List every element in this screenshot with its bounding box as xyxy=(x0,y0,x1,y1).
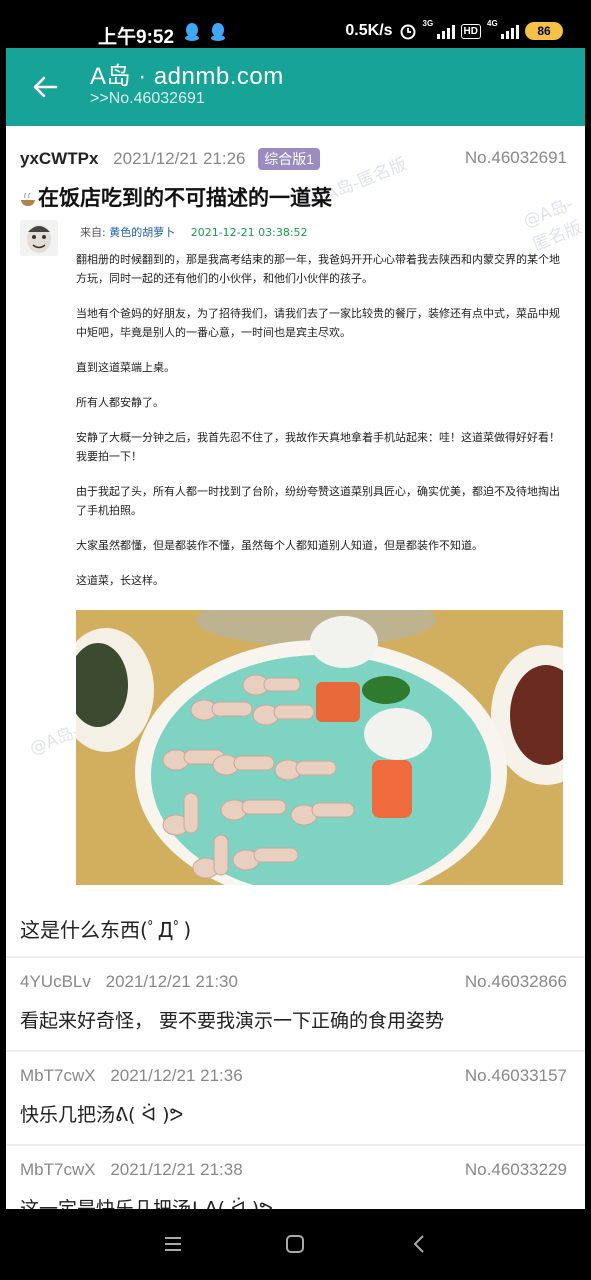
reply-item[interactable]: MbT7cwX 2021/12/21 21:38 No.46033229 这一定… xyxy=(20,1160,571,1209)
meta-source-link[interactable]: 黄色的胡萝卜 xyxy=(109,226,175,239)
paragraph: 直到这道菜端上桌。 xyxy=(76,361,175,374)
paragraph: 当地有个爸妈的好朋友，为了招待我们，请我们去了一家比较贵的餐厅，装修还有点中式，… xyxy=(76,307,560,339)
alarm-icon xyxy=(400,24,416,40)
reply-text: 这一定是快乐几把汤! ᕕ( ᐛ )ᕗ xyxy=(20,1198,273,1209)
menu-icon[interactable] xyxy=(162,1233,184,1255)
signal-3g-icon: 3G xyxy=(423,19,455,39)
thread-content[interactable]: @A岛-匿名版 @A岛-匿名版 @A岛-匿名版 yxCWTPx 2021/12/… xyxy=(6,126,585,1209)
watermark: @A岛-匿名版 xyxy=(520,194,585,256)
thread-header: yxCWTPx 2021/12/21 21:26 综合版1 No.4603269… xyxy=(20,148,571,170)
reply-time: 2021/12/21 21:36 xyxy=(110,1066,243,1085)
meta-date: 2021-12-21 03:38:52 xyxy=(190,226,308,239)
status-bar: 上午9:52 0.5K/s 3G HD 4G 86 xyxy=(0,0,591,48)
hd-icon: HD xyxy=(460,23,481,39)
post-time: 2021/12/21 21:26 xyxy=(113,149,246,168)
paragraph: 所有人都安静了。 xyxy=(76,396,164,409)
reply-number[interactable]: No.46033229 xyxy=(465,1160,567,1180)
reply-header: MbT7cwX 2021/12/21 21:38 No.46033229 xyxy=(20,1160,571,1180)
reply-header: MbT7cwX 2021/12/21 21:36 No.46033157 xyxy=(20,1066,571,1086)
paragraph: 由于我起了头，所有人都一时找到了台阶，纷纷夸赞这道菜别具匠心，确实优美，都迫不及… xyxy=(76,485,560,517)
back-arrow-icon[interactable] xyxy=(32,74,58,100)
divider xyxy=(6,1050,585,1052)
phone-screen: 上午9:52 0.5K/s 3G HD 4G 86 A岛 · adnmb.com… xyxy=(0,0,591,1280)
reply-number[interactable]: No.46032866 xyxy=(465,972,567,992)
reply-text: 快乐几把汤ᕕ( ᐛ )ᕗ xyxy=(20,1104,184,1126)
reply-time: 2021/12/21 21:38 xyxy=(110,1160,243,1179)
status-right: 0.5K/s 3G HD 4G 86 xyxy=(345,19,563,40)
board-tag[interactable]: 综合版1 xyxy=(258,148,321,170)
network-speed: 0.5K/s xyxy=(345,22,393,39)
thread-title: 在饭店吃到的不可描述的一道菜 xyxy=(20,182,332,212)
paragraph: 这道菜，长这样。 xyxy=(76,574,164,587)
thread-reference[interactable]: >>No.46032691 xyxy=(90,90,205,108)
reply-item[interactable]: MbT7cwX 2021/12/21 21:36 No.46033157 快乐几… xyxy=(20,1066,571,1127)
article-meta: 来自: 黄色的胡萝卜 2021-12-21 03:38:52 xyxy=(80,224,308,240)
avatar xyxy=(20,220,58,256)
app-bar: A岛 · adnmb.com >>No.46032691 xyxy=(6,48,585,126)
paragraph: 大家虽然都懂，但是都装作不懂，虽然每个人都知道别人知道，但是都装作不知道。 xyxy=(76,539,483,552)
home-icon[interactable] xyxy=(284,1233,306,1255)
reply-uid[interactable]: MbT7cwX xyxy=(20,1160,96,1179)
reply-uid[interactable]: MbT7cwX xyxy=(20,1066,96,1085)
divider xyxy=(6,956,585,958)
op-reply-text: 这是什么东西(ﾟДﾟ) xyxy=(20,918,192,942)
reply-header: 4YUcBLv 2021/12/21 21:30 No.46032866 xyxy=(20,972,571,992)
qq-notification-icon xyxy=(211,23,225,41)
qq-notification-icon xyxy=(185,23,199,41)
reply-item[interactable]: 4YUcBLv 2021/12/21 21:30 No.46032866 看起来… xyxy=(20,972,571,1033)
system-nav-bar xyxy=(0,1209,591,1280)
bowl-icon xyxy=(21,192,35,206)
status-time: 上午9:52 xyxy=(98,27,175,48)
battery-icon: 86 xyxy=(525,22,563,40)
reply-uid[interactable]: 4YUcBLv xyxy=(20,972,91,991)
reply-time: 2021/12/21 21:30 xyxy=(105,972,238,991)
paragraph: 安静了大概一分钟之后，我首先忍不住了，我故作天真地拿着手机站起来：哇！这道菜做得… xyxy=(76,431,560,463)
reply-text: 看起来好奇怪， 要不要我演示一下正确的食用姿势 xyxy=(20,1010,445,1032)
back-icon[interactable] xyxy=(408,1233,430,1255)
article-body: 翻相册的时候翻到的，那是我高考结束的那一年，我爸妈开开心心带着我去陕西和内蒙交界… xyxy=(76,250,566,606)
signal-4g-icon: 4G xyxy=(487,19,519,39)
reply-number[interactable]: No.46033157 xyxy=(465,1066,567,1086)
thread-title-text: 在饭店吃到的不可描述的一道菜 xyxy=(38,186,332,210)
poster-id[interactable]: yxCWTPx xyxy=(20,149,98,168)
meta-from-label: 来自: xyxy=(80,226,106,239)
post-number[interactable]: No.46032691 xyxy=(465,148,567,168)
dish-photo[interactable] xyxy=(76,610,563,885)
paragraph: 翻相册的时候翻到的，那是我高考结束的那一年，我爸妈开开心心带着我去陕西和内蒙交界… xyxy=(76,253,560,285)
divider xyxy=(6,1144,585,1146)
app-title: A岛 · adnmb.com xyxy=(90,63,284,90)
